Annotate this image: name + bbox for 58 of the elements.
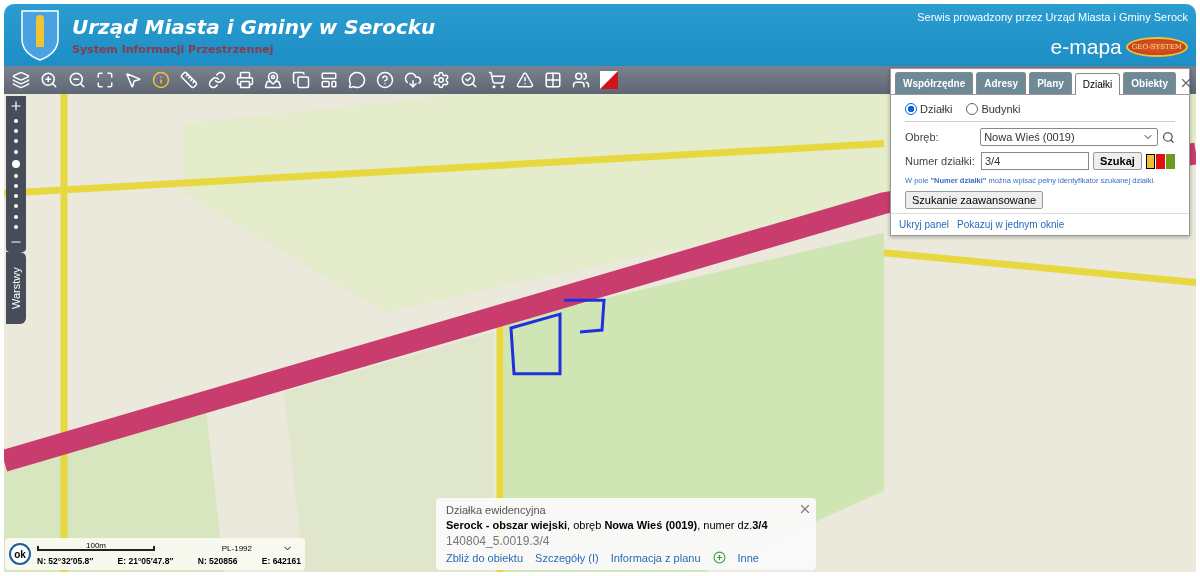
coordinate-text: N: 52°32′05.8″ (37, 555, 94, 566)
service-note: Serwis prowadzony przez Urząd Miasta i Gminy Serock (917, 11, 1188, 23)
radio-button[interactable] (966, 103, 979, 115)
color-swatch[interactable] (1155, 153, 1165, 169)
field-label: Numer działki: (905, 155, 976, 167)
panel-link[interactable]: Ukryj panel (899, 219, 950, 230)
speech-bubble-icon[interactable] (346, 69, 368, 91)
panel-tab[interactable]: Obiekty (1123, 72, 1176, 94)
zoom-in-button[interactable] (8, 99, 24, 113)
diagonal-square-icon[interactable] (598, 69, 620, 91)
radio-label: Budynki (981, 103, 1021, 115)
ok-button[interactable]: ok (9, 543, 31, 565)
layers-tab[interactable]: Warstwy (6, 252, 26, 324)
parcel-identifier: 140804_5.0019.3/4 (446, 534, 551, 548)
coordinate-text: N: 520856 (197, 555, 238, 566)
panel-tab[interactable]: Plany (1029, 72, 1072, 94)
input-field[interactable]: 3/4 (981, 152, 1089, 170)
printer-icon[interactable] (234, 69, 256, 91)
popup-link[interactable]: Szczegóły (I) (535, 551, 599, 564)
precinct-select[interactable]: Nowa Wieś (0019) (980, 128, 1159, 146)
select-value: Nowa Wieś (0019) (984, 131, 1075, 143)
popup-link[interactable]: Informacja z planu (610, 551, 701, 564)
color-swatch[interactable] (1145, 153, 1155, 169)
color-swatch[interactable] (1165, 153, 1175, 169)
search-icon[interactable] (1162, 130, 1175, 144)
field-label: Obręb: (905, 131, 940, 143)
cart-icon[interactable] (486, 69, 508, 91)
popup-link[interactable]: Inne (737, 551, 759, 564)
help-icon[interactable] (374, 69, 396, 91)
site-title: Urząd Miasta i Gminy w Serocku (72, 14, 437, 39)
plus-icon (9, 99, 23, 113)
panel-link[interactable]: Pokazuj w jednym oknie (957, 219, 1065, 230)
radio-label: Działki (920, 103, 953, 115)
advanced-search-button[interactable]: Szukanie zaawansowane (905, 191, 1044, 209)
search-button[interactable]: Szukaj (1093, 152, 1142, 170)
crest-logo (20, 9, 60, 61)
panel-tab[interactable]: Działki (1074, 73, 1121, 95)
popup-heading: Działka ewidencyjna (446, 504, 547, 516)
radio-button[interactable] (905, 103, 917, 115)
popup-link[interactable]: Zbliż do obiektu (446, 551, 524, 564)
panel-tab[interactable]: Adresy (976, 72, 1027, 94)
coordinate-text: E: 21°05′47.8″ (117, 555, 174, 566)
pin-icon[interactable] (262, 69, 284, 91)
zoom-slider-thumb[interactable] (12, 159, 20, 168)
parcel-description: Serock - obszar wiejski, obręb Nowa Wieś (0019), numer dz.3/4 (446, 519, 769, 531)
coordinate-text: E: 642161 (261, 555, 301, 566)
plus-icon[interactable] (712, 551, 726, 564)
info-icon[interactable] (150, 69, 172, 91)
link-icon[interactable] (206, 69, 228, 91)
layers-icon[interactable] (10, 69, 32, 91)
crs-select[interactable]: PL-1992 (221, 543, 252, 553)
scale-bar: 100m (37, 545, 155, 551)
ruler-icon[interactable] (178, 69, 200, 91)
brand-logo: e-mapa (1050, 35, 1122, 59)
copy-icon[interactable] (290, 69, 312, 91)
panel-tab[interactable]: Współrzędne (895, 72, 974, 94)
close-icon[interactable] (798, 502, 812, 516)
site-subtitle: System Informacji Przestrzennej (72, 42, 275, 56)
